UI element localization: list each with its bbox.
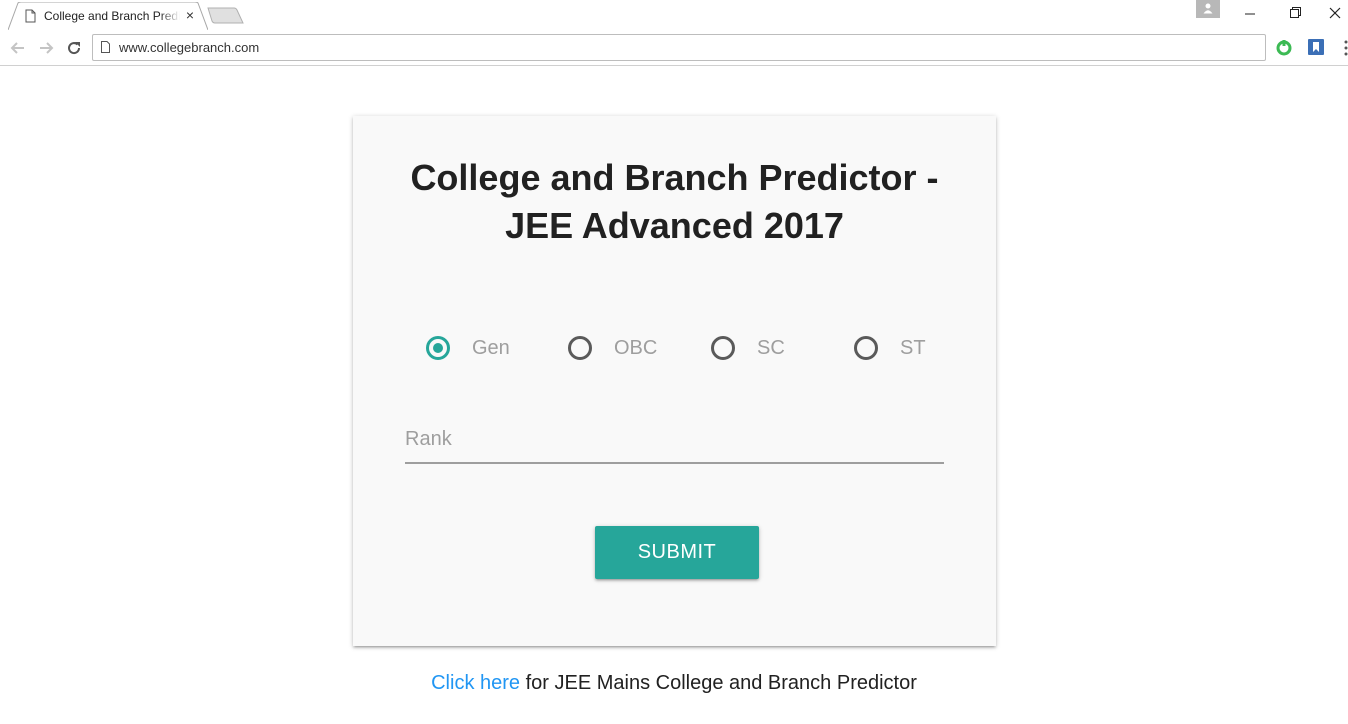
- bookmark-icon[interactable]: [1307, 38, 1325, 56]
- address-bar[interactable]: www.collegebranch.com: [92, 34, 1266, 61]
- category-label-gen: Gen: [472, 337, 510, 359]
- reload-icon[interactable]: [64, 38, 84, 58]
- radio-button-icon[interactable]: [568, 336, 592, 360]
- page-title: College and Branch Predictor - JEE Advan…: [410, 157, 939, 246]
- radio-button-icon[interactable]: [711, 336, 735, 360]
- forward-arrow-icon[interactable]: [36, 38, 56, 58]
- minimize-icon[interactable]: [1232, 0, 1268, 30]
- url-text: www.collegebranch.com: [119, 40, 260, 55]
- category-label-obc: OBC: [614, 337, 658, 359]
- tab-title: College and Branch Predictor - JEE Advan…: [44, 9, 180, 23]
- extension-green-icon[interactable]: [1275, 38, 1293, 56]
- browser-tabstrip: College and Branch Predictor - JEE Advan…: [0, 0, 1348, 30]
- category-label-st: ST: [900, 337, 926, 359]
- page-icon: [25, 9, 36, 23]
- profile-icon: [1203, 3, 1213, 14]
- browser-toolbar: www.collegebranch.com: [0, 30, 1348, 66]
- rank-input[interactable]: [405, 416, 944, 462]
- maximize-icon[interactable]: [1278, 0, 1314, 30]
- jee-mains-link[interactable]: Click here: [431, 672, 520, 694]
- radio-button-icon[interactable]: [426, 336, 450, 360]
- profile-button[interactable]: [1196, 0, 1220, 18]
- submit-button[interactable]: SUBMIT: [595, 526, 759, 579]
- footer-text: Click here for JEE Mains College and Bra…: [0, 670, 1348, 696]
- predictor-card: College and Branch Predictor - JEE Advan…: [353, 116, 996, 646]
- back-arrow-icon[interactable]: [8, 38, 28, 58]
- page-icon: [101, 41, 110, 53]
- tab-close-icon[interactable]: ×: [183, 8, 197, 22]
- category-label-sc: SC: [757, 337, 785, 359]
- menu-dots-icon[interactable]: [1340, 38, 1348, 58]
- close-icon[interactable]: [1324, 0, 1348, 30]
- footer-rest-text: for JEE Mains College and Branch Predict…: [520, 672, 917, 694]
- new-tab-icon[interactable]: [207, 7, 245, 24]
- rank-field: [405, 416, 944, 464]
- radio-button-icon[interactable]: [854, 336, 878, 360]
- browser-tab[interactable]: College and Branch Predictor - JEE Advan…: [8, 2, 208, 30]
